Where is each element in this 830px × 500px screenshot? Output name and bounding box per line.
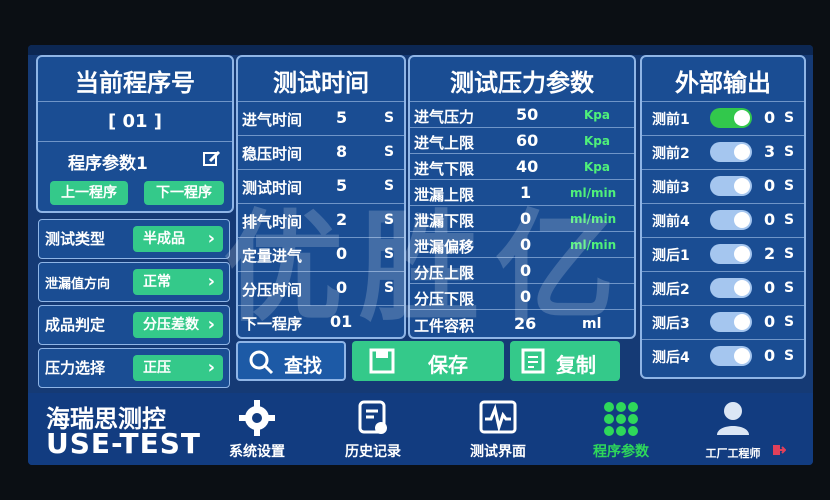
chevron-right-icon: › — [207, 271, 215, 292]
output-title: 外部输出 — [675, 69, 771, 97]
pressure-row[interactable]: 工件容积 26 ml — [410, 309, 634, 338]
output-row: 测后1 2 S — [642, 237, 804, 270]
test-type-select[interactable]: 半成品 › — [133, 226, 223, 252]
copy-button[interactable]: 复制 — [510, 341, 620, 381]
test-time-row[interactable]: 分压时间 0 S — [238, 271, 404, 304]
program-title: 当前程序号 — [75, 69, 195, 97]
test-time-row[interactable]: 排气时间 2 S — [238, 203, 404, 236]
top-bar — [28, 45, 813, 55]
document-clock-icon — [356, 399, 390, 441]
hmi-screen: 当前程序号 [ 01 ] 程序参数1 上一程序 下一程序 测试类型 半成品 › 泄… — [28, 45, 813, 465]
test-time-title: 测试时间 — [273, 69, 369, 97]
chevron-right-icon: › — [207, 314, 215, 335]
output-row: 测前3 0 S — [642, 169, 804, 202]
output-panel: 外部输出 测前1 0 S 测前2 3 S 测前3 0 S 测前4 0 S 测后1 2 S 测后2 0 S… — [640, 55, 806, 379]
program-number[interactable]: [ 01 ] — [38, 111, 232, 132]
program-panel: 当前程序号 [ 01 ] 程序参数1 上一程序 下一程序 — [36, 55, 234, 213]
toggle-switch[interactable] — [710, 312, 752, 332]
pressure-row[interactable]: 进气压力 50 Kpa — [410, 101, 634, 128]
toggle-switch[interactable] — [710, 244, 752, 264]
nav-engineer[interactable]: 工厂工程师 — [678, 393, 788, 465]
chevron-right-icon: › — [207, 228, 215, 249]
save-button[interactable]: 保存 — [352, 341, 504, 381]
test-type-row: 测试类型 半成品 › — [38, 219, 230, 259]
leak-direction-label: 泄漏值方向 — [45, 277, 111, 292]
toggle-switch[interactable] — [710, 108, 752, 128]
logout-icon — [772, 443, 787, 460]
toggle-switch[interactable] — [710, 142, 752, 162]
pressure-row[interactable]: 分压上限 0 — [410, 257, 634, 284]
pressure-row[interactable]: 分压下限 0 — [410, 283, 634, 310]
nav-system-settings[interactable]: 系统设置 — [212, 393, 302, 465]
pressure-panel: 测试压力参数 进气压力 50 Kpa 进气上限 60 Kpa 进气下限 40 Kpa 泄漏上… — [408, 55, 636, 339]
copy-icon — [520, 347, 546, 379]
test-time-panel: 测试时间 进气时间 5 S 稳压时间 8 S 测试时间 5 S 排气时间 2 S 定量进气 0 S … — [236, 55, 406, 339]
leak-direction-row: 泄漏值方向 正常 › — [38, 262, 230, 302]
pressure-select[interactable]: 正压 › — [133, 355, 223, 381]
output-row: 测前2 3 S — [642, 135, 804, 168]
test-time-row[interactable]: 下一程序 01 — [238, 305, 404, 338]
pressure-select-label: 压力选择 — [45, 359, 106, 377]
test-time-row[interactable]: 定量进气 0 S — [238, 237, 404, 270]
bottom-nav: 海瑞思测控 USE-TEST 系统设置 历史记录 测试界面 程序参数 工厂工程师 — [28, 393, 813, 465]
program-params-label: 程序参数1 — [68, 154, 148, 174]
pressure-row[interactable]: 泄漏下限 0 ml/min — [410, 205, 634, 232]
output-row: 测后2 0 S — [642, 271, 804, 304]
toggle-switch[interactable] — [710, 346, 752, 366]
product-judge-select[interactable]: 分压差数 › — [133, 312, 223, 338]
output-row: 测后3 0 S — [642, 305, 804, 338]
output-row: 测前1 0 S — [642, 101, 804, 134]
pressure-select-row: 压力选择 正压 › — [38, 348, 230, 388]
next-program-button[interactable]: 下一程序 — [144, 181, 224, 205]
toggle-switch[interactable] — [710, 176, 752, 196]
test-time-row[interactable]: 进气时间 5 S — [238, 101, 404, 134]
output-row: 测前4 0 S — [642, 203, 804, 236]
test-type-label: 测试类型 — [45, 230, 106, 248]
search-button[interactable]: 查找 — [236, 341, 346, 381]
brand-english: USE-TEST — [46, 427, 202, 460]
grid-icon — [601, 399, 641, 443]
product-judge-label: 成品判定 — [45, 316, 106, 334]
prev-program-button[interactable]: 上一程序 — [50, 181, 128, 205]
pressure-row[interactable]: 进气下限 40 Kpa — [410, 153, 634, 180]
test-time-row[interactable]: 测试时间 5 S — [238, 169, 404, 202]
user-icon — [713, 399, 753, 440]
gear-icon — [238, 399, 276, 441]
waveform-icon — [478, 399, 518, 441]
product-judge-row: 成品判定 分压差数 › — [38, 305, 230, 345]
chevron-right-icon: › — [207, 357, 215, 378]
nav-program-params[interactable]: 程序参数 — [576, 393, 666, 465]
pressure-row[interactable]: 进气上限 60 Kpa — [410, 127, 634, 154]
nav-history[interactable]: 历史记录 — [328, 393, 418, 465]
edit-icon[interactable] — [202, 149, 222, 173]
pressure-row[interactable]: 泄漏偏移 0 ml/min — [410, 231, 634, 258]
leak-direction-select[interactable]: 正常 › — [133, 269, 223, 295]
save-icon — [368, 347, 396, 379]
pressure-row[interactable]: 泄漏上限 1 ml/min — [410, 179, 634, 206]
output-row: 测后4 0 S — [642, 339, 804, 378]
search-icon — [248, 349, 274, 379]
pressure-title: 测试压力参数 — [450, 69, 594, 97]
toggle-switch[interactable] — [710, 278, 752, 298]
nav-test-ui[interactable]: 测试界面 — [448, 393, 548, 465]
test-time-row[interactable]: 稳压时间 8 S — [238, 135, 404, 168]
toggle-switch[interactable] — [710, 210, 752, 230]
